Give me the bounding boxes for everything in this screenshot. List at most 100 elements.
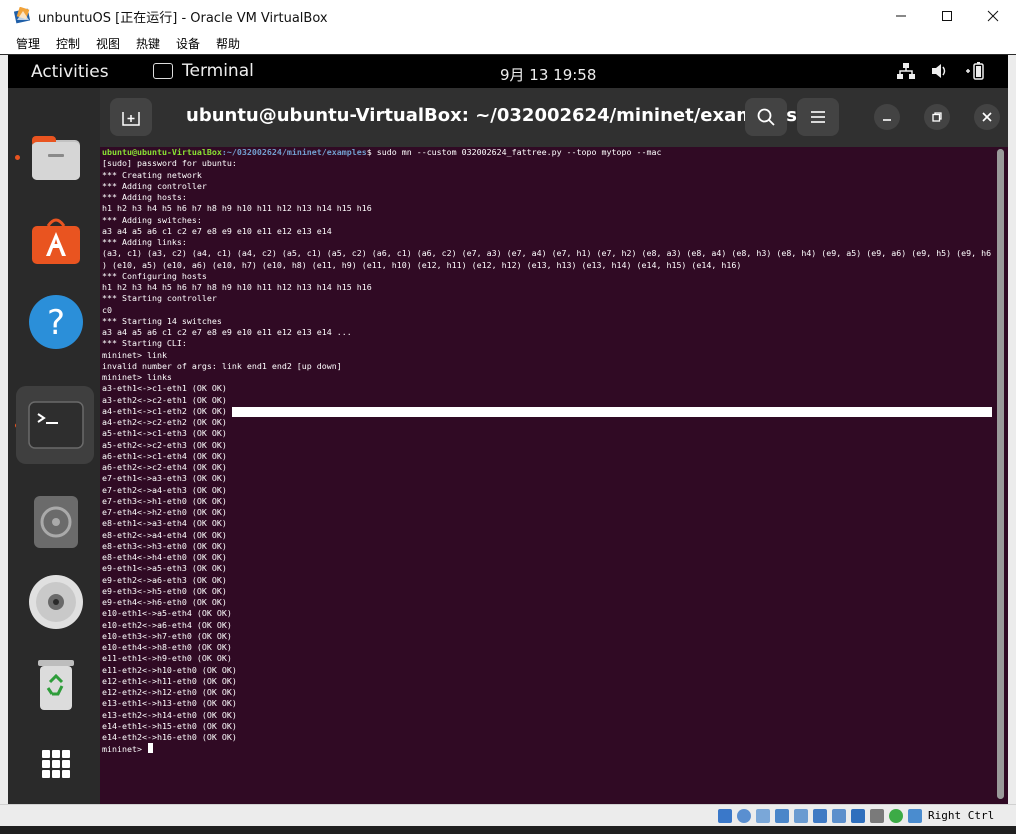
terminal-output-line: a6-eth2<->c2-eth4 (OK OK): [102, 462, 994, 473]
menu-hotkey[interactable]: 热键: [136, 35, 160, 52]
terminal-output-line: e8-eth4<->h4-eth0 (OK OK): [102, 552, 994, 563]
terminal-output-line: e7-eth1<->a3-eth3 (OK OK): [102, 473, 994, 484]
terminal-output-line: (a3, c1) (a3, c2) (a4, c1) (a4, c2) (a5,…: [102, 248, 994, 259]
terminal-icon: [28, 401, 84, 449]
close-icon: [987, 10, 999, 22]
terminal-output-line: e10-eth1<->a5-eth4 (OK OK): [102, 608, 994, 619]
dock-terminal[interactable]: [16, 386, 94, 464]
line-text: e10-eth2<->a6-eth4 (OK OK): [102, 619, 232, 630]
line-text: a5-eth1<->c1-eth3 (OK OK): [102, 428, 227, 439]
minimize-window-button[interactable]: [874, 104, 900, 130]
terminal-output-line: e10-eth2<->a6-eth4 (OK OK): [102, 620, 994, 631]
terminal-window[interactable]: ubuntu@ubuntu-VirtualBox: ~/032002624/mi…: [100, 88, 1008, 804]
line-text: e14-eth2<->h16-eth0 (OK OK): [102, 732, 237, 742]
trash-icon: [38, 660, 74, 710]
menu-manage[interactable]: 管理: [16, 35, 40, 52]
text-cursor: [147, 743, 153, 754]
optical-drive-icon[interactable]: [737, 809, 751, 823]
line-text: ) (e10, a5) (e10, a6) (e10, h7) (e10, h8…: [102, 259, 742, 270]
terminal-output-line: *** Starting CLI:: [102, 338, 994, 349]
scrollbar-thumb[interactable]: [997, 149, 1004, 799]
terminal-output-line: a3 a4 a5 a6 c1 c2 e7 e8 e9 e10 e11 e12 e…: [102, 226, 994, 237]
dock-app-store[interactable]: [16, 200, 94, 278]
line-text: e7-eth3<->h1-eth0 (OK OK): [102, 495, 227, 506]
terminal-output-line: e11-eth1<->h9-eth0 (OK OK): [102, 653, 994, 664]
guest-additions-icon[interactable]: [889, 809, 903, 823]
dock-cd[interactable]: [16, 562, 94, 640]
line-text: a3-eth1<->c1-eth1 (OK OK): [102, 383, 227, 394]
line-text: [sudo] password for ubuntu:: [102, 158, 237, 169]
recording-icon[interactable]: [851, 809, 865, 823]
usb-icon[interactable]: [794, 809, 808, 823]
hamburger-icon: [811, 111, 825, 123]
display-icon[interactable]: [832, 809, 846, 823]
mouse-integration-icon[interactable]: [908, 809, 922, 823]
new-tab-button[interactable]: [110, 98, 152, 136]
audio-icon[interactable]: [756, 809, 770, 823]
terminal-output-line: mininet> links: [102, 372, 994, 383]
terminal-output-line: a3-eth1<->c1-eth1 (OK OK): [102, 383, 994, 394]
cpu-icon[interactable]: [870, 809, 884, 823]
menu-control[interactable]: 控制: [56, 35, 80, 52]
terminal-output-line: e7-eth3<->h1-eth0 (OK OK): [102, 496, 994, 507]
menu-devices[interactable]: 设备: [176, 35, 200, 52]
terminal-output-line: e8-eth3<->h3-eth0 (OK OK): [102, 541, 994, 552]
output-lines: [sudo] password for ubuntu: *** Creating …: [102, 158, 994, 743]
app-menu[interactable]: Terminal: [182, 61, 254, 81]
terminal-output-line: e9-eth3<->h5-eth0 (OK OK): [102, 586, 994, 597]
activities-button[interactable]: Activities: [31, 62, 109, 82]
menu-button[interactable]: [797, 98, 839, 136]
dock-help[interactable]: ?: [16, 282, 94, 360]
line-text: *** Adding switches:: [102, 214, 202, 225]
restore-window-button[interactable]: [924, 104, 950, 130]
shared-folder-icon[interactable]: [813, 809, 827, 823]
close-button[interactable]: [970, 0, 1016, 31]
host-frame-right: [1008, 55, 1016, 804]
line-text: e13-eth2<->h14-eth0 (OK OK): [102, 709, 237, 720]
volume-icon[interactable]: [930, 62, 950, 80]
dock-files[interactable]: [16, 118, 94, 196]
hard-disk-icon[interactable]: [718, 809, 732, 823]
menu-help[interactable]: 帮助: [216, 35, 240, 52]
close-icon: [982, 112, 992, 122]
line-text: (a3, c1) (a3, c2) (a4, c1) (a4, c2) (a5,…: [102, 248, 992, 259]
line-text: e13-eth1<->h13-eth0 (OK OK): [102, 698, 237, 709]
terminal-output[interactable]: ubuntu@ubuntu-VirtualBox:~/032002624/min…: [102, 147, 994, 802]
vm-screen[interactable]: Activities Terminal 9月 13 19:58 ? ubuntu…: [8, 55, 1008, 804]
line-text: a4-eth1<->c1-eth2 (OK OK): [102, 405, 227, 416]
line-text: e10-eth4<->h8-eth0 (OK OK): [102, 642, 232, 652]
terminal-output-line: a4-eth1<->c1-eth2 (OK OK): [102, 406, 994, 417]
terminal-output-line: e9-eth4<->h6-eth0 (OK OK): [102, 597, 994, 608]
close-window-button[interactable]: [974, 104, 1000, 130]
terminal-headerbar: ubuntu@ubuntu-VirtualBox: ~/032002624/mi…: [100, 88, 1008, 147]
terminal-output-line: [sudo] password for ubuntu:: [102, 158, 994, 169]
line-text: c0: [102, 304, 112, 315]
terminal-output-line: h1 h2 h3 h4 h5 h6 h7 h8 h9 h10 h11 h12 h…: [102, 203, 994, 214]
dock-trash[interactable]: [16, 644, 94, 722]
prompt-path: :~/032002624/mininet/examples: [221, 147, 367, 157]
line-text: a3 a4 a5 a6 c1 c2 e7 e8 e9 e10 e11 e12 e…: [102, 225, 332, 236]
terminal-output-line: e13-eth1<->h13-eth0 (OK OK): [102, 698, 994, 709]
menu-view[interactable]: 视图: [96, 35, 120, 52]
prompt-line: ubuntu@ubuntu-VirtualBox:~/032002624/min…: [102, 147, 994, 158]
terminal-output-line: e10-eth3<->h7-eth0 (OK OK): [102, 631, 994, 642]
line-text: e12-eth1<->h11-eth0 (OK OK): [102, 675, 237, 686]
minimize-button[interactable]: [878, 0, 924, 31]
prompt-user: ubuntu@ubuntu-VirtualBox: [102, 147, 222, 157]
line-text: e12-eth2<->h12-eth0 (OK OK): [102, 687, 237, 697]
network-adapter-icon[interactable]: [775, 809, 789, 823]
maximize-button[interactable]: [924, 0, 970, 31]
line-text: *** Starting 14 switches: [102, 315, 222, 326]
clock[interactable]: 9月 13 19:58: [500, 64, 596, 85]
line-text: mininet> link: [102, 349, 167, 360]
search-button[interactable]: [745, 98, 787, 136]
network-icon[interactable]: [896, 62, 916, 80]
terminal-output-line: e10-eth4<->h8-eth0 (OK OK): [102, 642, 994, 653]
new-tab-icon: [122, 112, 140, 126]
dock-app-grid[interactable]: [16, 724, 94, 802]
terminal-output-line: e7-eth4<->h2-eth0 (OK OK): [102, 507, 994, 518]
line-text: e8-eth1<->a3-eth4 (OK OK): [102, 518, 227, 529]
dock-installer[interactable]: [16, 482, 94, 560]
battery-icon[interactable]: [965, 62, 987, 80]
terminal-scrollbar[interactable]: [997, 149, 1004, 799]
